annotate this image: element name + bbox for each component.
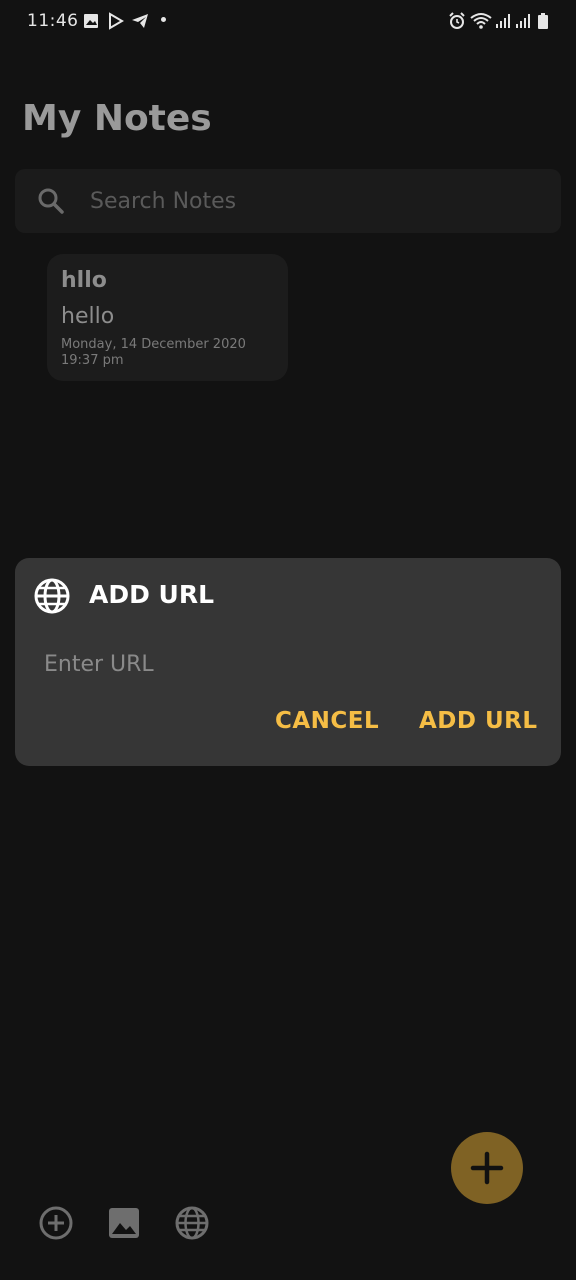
- signal-icon-1: [496, 14, 510, 28]
- globe-icon: [34, 578, 70, 614]
- add-circle-icon[interactable]: [38, 1205, 74, 1241]
- wifi-icon: [470, 13, 492, 29]
- battery-icon: [538, 13, 548, 29]
- signal-icon-2: [516, 14, 530, 28]
- globe-icon[interactable]: [174, 1205, 210, 1241]
- page-title: My Notes: [22, 98, 212, 139]
- dialog-title: ADD URL: [89, 580, 215, 609]
- add-note-fab[interactable]: [451, 1132, 523, 1204]
- note-card[interactable]: hllo hello Monday, 14 December 2020 19:3…: [47, 254, 288, 381]
- note-time: 19:37 pm: [61, 353, 124, 368]
- add-url-button[interactable]: ADD URL: [419, 708, 538, 734]
- note-date: Monday, 14 December 2020: [61, 337, 246, 352]
- search-icon: [38, 188, 64, 214]
- status-bar: 11:46: [0, 0, 576, 44]
- status-time: 11:46: [27, 11, 79, 31]
- add-url-dialog: ADD URL CANCEL ADD URL: [15, 558, 561, 766]
- note-title: hllo: [61, 268, 107, 293]
- telegram-notification-icon: [132, 14, 148, 28]
- note-body: hello: [61, 304, 115, 329]
- app-screen: 11:46 My Notes Search Notes hllo hello M…: [0, 0, 576, 1280]
- alarm-icon: [449, 12, 465, 29]
- more-notifications-dot: [161, 17, 166, 22]
- search-bar[interactable]: [15, 169, 561, 233]
- cancel-button[interactable]: CANCEL: [275, 708, 379, 734]
- url-input[interactable]: [44, 646, 524, 682]
- gallery-notification-icon: [84, 14, 98, 28]
- search-input[interactable]: [90, 185, 530, 217]
- plus-icon: [470, 1151, 504, 1185]
- image-icon[interactable]: [106, 1205, 142, 1241]
- play-store-notification-icon: [109, 12, 124, 30]
